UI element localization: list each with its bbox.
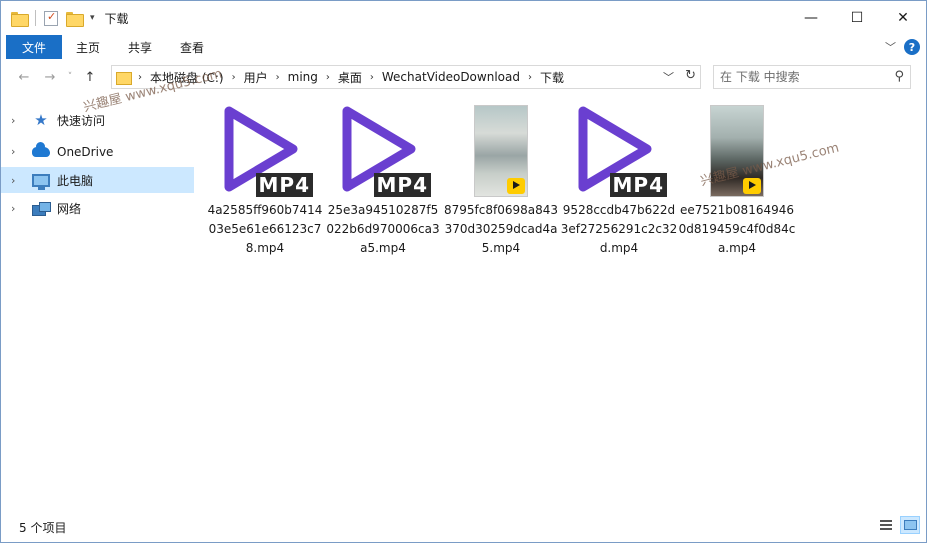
ribbon-tabs: 文件 主页 共享 查看 ﹀ ? [1, 35, 926, 59]
quick-access-toolbar: ▾ 下载 [1, 1, 129, 35]
sidebar-item-label: 此电脑 [57, 173, 94, 188]
window-title: 下载 [104, 11, 129, 26]
details-view-button[interactable] [876, 516, 896, 534]
file-name: 25e3a94510287f5022b6d970006ca3a5.mp4 [326, 203, 440, 255]
tab-share[interactable]: 共享 [114, 35, 166, 59]
star-icon: ★ [34, 111, 48, 129]
address-history-chevron-icon[interactable]: ﹀ [663, 69, 674, 85]
breadcrumb-item[interactable]: 桌面 [338, 69, 362, 86]
details-view-icon [880, 520, 892, 530]
file-thumbnail: MP4 [333, 101, 433, 197]
monitor-icon [31, 172, 51, 190]
breadcrumb-item[interactable]: ming [288, 70, 318, 84]
expand-caret-icon[interactable]: › [11, 174, 23, 187]
breadcrumb-separator-icon[interactable]: › [326, 72, 330, 83]
explorer-window: ▾ 下载 — ☐ ✕ 文件 主页 共享 查看 ﹀ ? ← → ˅ ↑ › 本地磁… [0, 0, 927, 543]
chevron-down-icon[interactable]: ﹀ [885, 39, 896, 55]
close-button[interactable]: ✕ [880, 1, 926, 35]
sidebar-item-label: 网络 [57, 202, 82, 216]
breadcrumb-separator-icon[interactable]: › [528, 72, 532, 83]
file-thumbnail: MP4 [215, 101, 315, 197]
expand-caret-icon[interactable]: › [11, 114, 23, 127]
customize-toolbar-dropdown-icon[interactable]: ▾ [90, 13, 95, 23]
player-badge-icon [743, 178, 761, 194]
file-thumbnail: MP4 [569, 101, 669, 197]
file-name: ee7521b081649460d819459c4f0d84ca.mp4 [678, 203, 796, 255]
file-name: 4a2585ff960b741403e5e61e66123c78.mp4 [207, 203, 323, 255]
forward-arrow-icon[interactable]: → [37, 65, 63, 89]
search-input[interactable] [720, 70, 880, 84]
folder-icon [11, 11, 29, 27]
maximize-button[interactable]: ☐ [834, 1, 880, 35]
file-name: 9528ccdb47b622d3ef27256291c2c32d.mp4 [560, 203, 678, 255]
mp4-badge: MP4 [373, 173, 431, 197]
window-controls: — ☐ ✕ [788, 1, 926, 35]
back-arrow-icon[interactable]: ← [11, 65, 37, 89]
breadcrumb-item[interactable]: WechatVideoDownload [382, 70, 520, 84]
video-frame-thumbnail [474, 105, 528, 197]
up-arrow-icon[interactable]: ↑ [77, 65, 103, 89]
file-item[interactable]: 8795fc8f0698a843370d30259dcad4a5.mp4 [442, 101, 560, 261]
recent-locations-icon[interactable]: ˅ [63, 65, 77, 89]
minimize-button[interactable]: — [788, 1, 834, 35]
help-icon[interactable]: ? [904, 39, 920, 55]
file-thumbnail [451, 101, 551, 197]
breadcrumb-item[interactable]: 用户 [244, 69, 268, 86]
sidebar-item-onedrive[interactable]: › OneDrive [1, 136, 196, 167]
status-item-count: 5 个项目 [19, 521, 67, 535]
tab-view[interactable]: 查看 [166, 35, 218, 59]
file-item[interactable]: MP4 4a2585ff960b741403e5e61e66123c78.mp4 [206, 101, 324, 261]
search-box[interactable]: ⚲ [713, 65, 911, 89]
sidebar-item-label: 快速访问 [57, 114, 106, 128]
ribbon-actions: ﹀ ? [885, 39, 920, 55]
file-list: MP4 4a2585ff960b741403e5e61e66123c78.mp4… [206, 101, 906, 261]
toolbar-divider [35, 10, 36, 26]
player-badge-icon [507, 178, 525, 194]
refresh-icon[interactable]: ↻ [685, 68, 696, 83]
mp4-badge: MP4 [609, 173, 667, 197]
properties-icon[interactable] [44, 10, 58, 26]
network-icon [31, 201, 51, 217]
cloud-icon [31, 141, 51, 160]
breadcrumb-separator-icon[interactable]: › [370, 72, 374, 83]
large-icons-view-button[interactable] [900, 516, 920, 534]
large-icons-view-icon [903, 520, 917, 530]
tab-home[interactable]: 主页 [62, 35, 114, 59]
breadcrumb-item[interactable]: 下载 [540, 69, 564, 86]
view-switcher [876, 516, 920, 534]
expand-caret-icon[interactable]: › [11, 145, 23, 158]
mp4-badge: MP4 [255, 173, 313, 197]
title-bar: ▾ 下载 — ☐ ✕ [1, 1, 926, 35]
sidebar-item-label: OneDrive [57, 144, 114, 159]
file-item[interactable]: MP4 25e3a94510287f5022b6d970006ca3a5.mp4 [324, 101, 442, 261]
file-item[interactable]: MP4 9528ccdb47b622d3ef27256291c2c32d.mp4 [560, 101, 678, 261]
search-icon[interactable]: ⚲ [894, 69, 904, 84]
breadcrumb-separator-icon[interactable]: › [232, 72, 236, 83]
sidebar-item-network[interactable]: › 网络 [1, 193, 196, 224]
navigation-pane: › ★ 快速访问 › OneDrive › 此电脑 › 网络 [1, 105, 196, 224]
file-name: 8795fc8f0698a843370d30259dcad4a5.mp4 [443, 203, 559, 255]
tab-file[interactable]: 文件 [6, 35, 62, 59]
sidebar-item-this-pc[interactable]: › 此电脑 [1, 167, 194, 193]
breadcrumb-separator-icon[interactable]: › [276, 72, 280, 83]
expand-caret-icon[interactable]: › [11, 202, 23, 215]
folder-icon [116, 71, 132, 85]
new-folder-icon[interactable] [66, 11, 84, 27]
file-item[interactable]: ee7521b081649460d819459c4f0d84ca.mp4 [678, 101, 796, 261]
